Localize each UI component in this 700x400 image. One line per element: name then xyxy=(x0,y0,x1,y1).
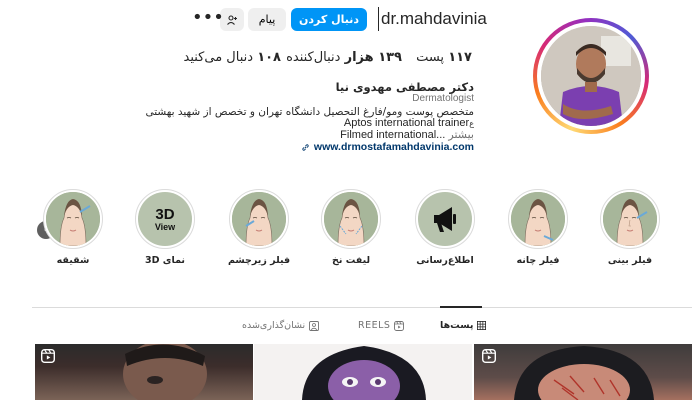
bio-line-filmed: Filmed international... بیشتر xyxy=(340,128,474,141)
tab-posts[interactable]: پست‌ها xyxy=(440,320,487,331)
profile-username: dr.mahdavinia xyxy=(378,7,487,31)
profile-full-name: دکتر مصطفی مهدوی نیا xyxy=(335,80,474,94)
website-link[interactable]: www.drmostafamahdavinia.com xyxy=(314,141,474,153)
follow-button[interactable]: دنبال کردن xyxy=(291,8,367,31)
highlight-cover xyxy=(418,192,472,246)
post-thumbnail[interactable] xyxy=(35,344,253,400)
active-tab-indicator xyxy=(440,306,482,308)
following-stat[interactable]: ۱۰۸ دنبال می‌کنید xyxy=(184,50,281,65)
post-image xyxy=(514,346,654,400)
highlight-label: لیفت نخ xyxy=(331,255,371,266)
highlight-item[interactable]: شقیقه xyxy=(40,189,106,266)
face-illustration-icon xyxy=(232,192,286,246)
followers-count: ۱۳۹ هزار xyxy=(344,50,402,65)
following-label: دنبال می‌کنید xyxy=(183,50,254,65)
highlight-cover xyxy=(232,192,286,246)
link-icon xyxy=(302,143,309,151)
highlight-item[interactable]: فیلر زیرچشم xyxy=(226,189,292,266)
megaphone-icon xyxy=(434,207,456,232)
highlight-label: اطلاع‌رسانی xyxy=(416,255,474,266)
post-thumbnail[interactable] xyxy=(254,344,472,400)
highlight-cover xyxy=(324,192,378,246)
tagged-icon xyxy=(309,320,320,331)
highlight-item[interactable]: 3D View نمای 3D xyxy=(132,189,198,266)
highlight-cover xyxy=(46,192,100,246)
profile-category: Dermatologist xyxy=(412,93,474,104)
highlight-label: نمای 3D xyxy=(144,255,186,266)
highlight-ring xyxy=(415,189,475,249)
tab-reels-label: REELS xyxy=(358,320,391,331)
highlight-ring xyxy=(43,189,103,249)
tab-tagged-label: نشان‌گذاری‌شده xyxy=(242,320,306,331)
profile-avatar[interactable] xyxy=(533,18,649,134)
highlight-label: فیلر زیرچشم xyxy=(227,255,291,266)
posts-count: ۱۱۷ xyxy=(448,50,472,65)
bio-more-link[interactable]: بیشتر xyxy=(448,129,474,141)
bio-filmed-text: Filmed international... xyxy=(340,129,446,141)
grid-icon xyxy=(477,321,487,330)
highlight-cover xyxy=(603,192,657,246)
tabs-divider xyxy=(32,307,692,308)
3d-view-icon: 3D View xyxy=(138,192,192,246)
highlight-item[interactable]: اطلاع‌رسانی xyxy=(412,189,478,266)
posts-label: پست xyxy=(416,50,445,65)
avatar-frame xyxy=(537,22,645,130)
highlight-label: شقیقه xyxy=(56,255,90,266)
followers-label: دنبال‌کننده xyxy=(286,50,341,65)
reel-badge-icon xyxy=(41,349,55,363)
followers-stat[interactable]: ۱۳۹ هزار دنبال‌کننده xyxy=(286,50,402,65)
view-text: View xyxy=(154,221,176,232)
post-image xyxy=(302,346,426,400)
face-illustration-icon xyxy=(324,192,378,246)
more-options-button[interactable]: ••• xyxy=(192,8,224,31)
highlight-ring: 3D View xyxy=(135,189,195,249)
person-illustration-icon xyxy=(541,26,641,126)
highlight-label: فیلر بینی xyxy=(607,255,653,266)
highlight-label: فیلر چانه xyxy=(516,255,560,266)
3d-text: 3D xyxy=(155,205,175,223)
bio-line-trainer-suffix: ع xyxy=(469,119,474,128)
following-count: ۱۰۸ xyxy=(257,50,281,65)
avatar-photo xyxy=(541,26,641,126)
highlight-ring xyxy=(321,189,381,249)
face-illustration-icon xyxy=(46,192,100,246)
highlight-ring xyxy=(600,189,660,249)
post-image xyxy=(123,344,207,400)
message-button[interactable]: پیام xyxy=(248,8,286,31)
reels-icon xyxy=(394,320,405,331)
highlight-item[interactable]: فیلر چانه xyxy=(505,189,571,266)
face-illustration-icon xyxy=(603,192,657,246)
reel-badge-icon xyxy=(482,349,496,363)
post-thumbnail[interactable] xyxy=(474,344,692,400)
tab-tagged[interactable]: نشان‌گذاری‌شده xyxy=(242,320,320,331)
add-user-icon xyxy=(227,14,237,25)
profile-website[interactable]: www.drmostafamahdavinia.com xyxy=(301,141,474,153)
tab-posts-label: پست‌ها xyxy=(440,320,474,331)
highlight-cover xyxy=(511,192,565,246)
highlight-ring xyxy=(508,189,568,249)
face-illustration-icon xyxy=(511,192,565,246)
highlight-item[interactable]: فیلر بینی xyxy=(597,189,663,266)
highlight-ring xyxy=(229,189,289,249)
highlight-item[interactable]: لیفت نخ xyxy=(318,189,384,266)
tab-reels[interactable]: REELS xyxy=(358,320,405,331)
posts-stat: ۱۱۷ پست xyxy=(416,50,472,65)
